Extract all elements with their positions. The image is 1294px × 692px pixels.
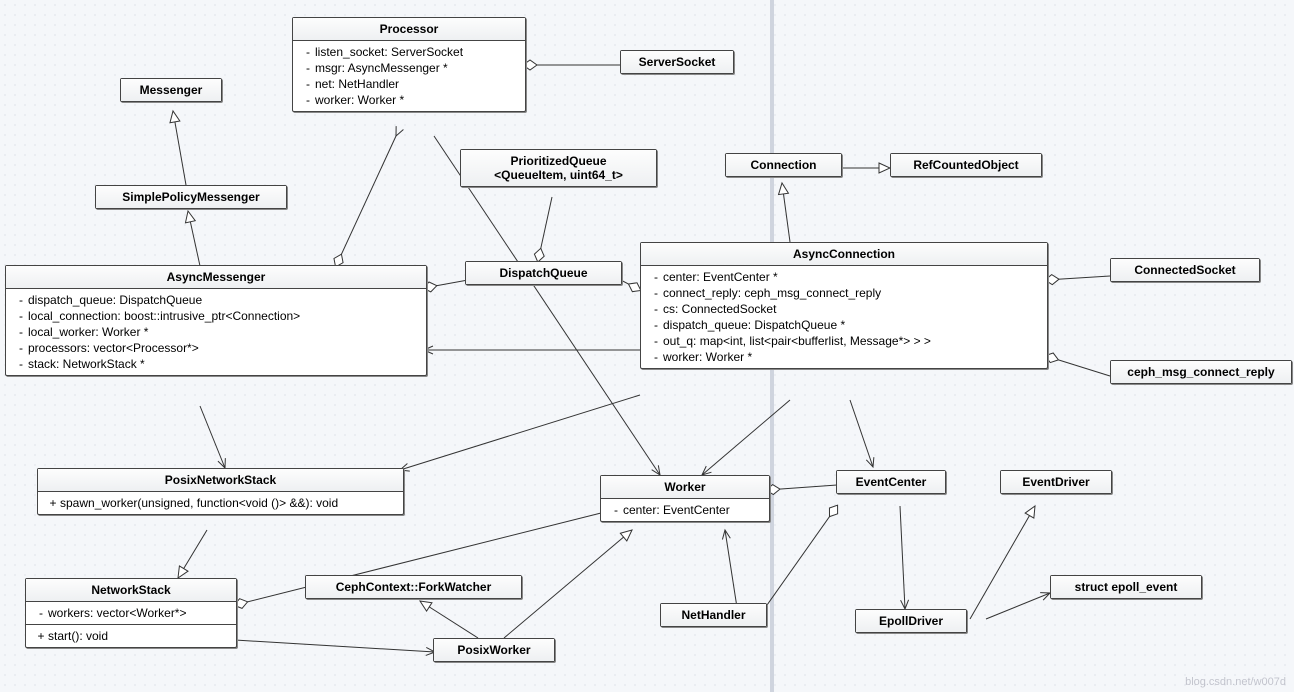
class-name: Messenger	[121, 79, 221, 101]
class-name: PosixWorker	[434, 639, 554, 661]
class-asyncconnection: AsyncConnection -center: EventCenter * -…	[640, 242, 1048, 369]
class-epollevent: struct epoll_event	[1050, 575, 1202, 599]
attrs: -center: EventCenter * -connect_reply: c…	[641, 266, 1047, 368]
attrs: -dispatch_queue: DispatchQueue -local_co…	[6, 289, 426, 375]
diagram-canvas: Messenger SimplePolicyMessenger Processo…	[0, 0, 1294, 692]
class-name: DispatchQueue	[466, 262, 621, 284]
class-name: ConnectedSocket	[1111, 259, 1259, 281]
class-simplepolicymessenger: SimplePolicyMessenger	[95, 185, 287, 209]
ops: +spawn_worker(unsigned, function<void ()…	[38, 492, 403, 514]
class-name: AsyncMessenger	[6, 266, 426, 289]
class-worker: Worker -center: EventCenter	[600, 475, 770, 522]
class-connection: Connection	[725, 153, 842, 177]
class-name: SimplePolicyMessenger	[96, 186, 286, 208]
attrs: -workers: vector<Worker*>	[26, 602, 236, 624]
class-eventdriver: EventDriver	[1000, 470, 1112, 494]
class-nethandler: NetHandler	[660, 603, 767, 627]
class-name: NetworkStack	[26, 579, 236, 602]
class-name: Processor	[293, 18, 525, 41]
class-forkwatcher: CephContext::ForkWatcher	[305, 575, 522, 599]
class-eventcenter: EventCenter	[836, 470, 946, 494]
attrs: -center: EventCenter	[601, 499, 769, 521]
class-name: ServerSocket	[621, 51, 733, 73]
class-messenger: Messenger	[120, 78, 222, 102]
class-name: EventDriver	[1001, 471, 1111, 493]
class-refcountedobject: RefCountedObject	[890, 153, 1042, 177]
class-name: ceph_msg_connect_reply	[1111, 361, 1291, 383]
class-processor: Processor -listen_socket: ServerSocket -…	[292, 17, 526, 112]
class-connectedsocket: ConnectedSocket	[1110, 258, 1260, 282]
attrs: -listen_socket: ServerSocket -msgr: Asyn…	[293, 41, 525, 111]
class-networkstack: NetworkStack -workers: vector<Worker*> +…	[25, 578, 237, 648]
class-name: PrioritizedQueue <QueueItem, uint64_t>	[461, 150, 656, 186]
class-asyncmessenger: AsyncMessenger -dispatch_queue: Dispatch…	[5, 265, 427, 376]
class-dispatchqueue: DispatchQueue	[465, 261, 622, 285]
class-name: struct epoll_event	[1051, 576, 1201, 598]
watermark: blog.csdn.net/w007d	[1185, 676, 1286, 688]
class-name: EventCenter	[837, 471, 945, 493]
class-epolldriver: EpollDriver	[855, 609, 967, 633]
class-name: Connection	[726, 154, 841, 176]
class-name: CephContext::ForkWatcher	[306, 576, 521, 598]
class-posixworker: PosixWorker	[433, 638, 555, 662]
class-prioritizedqueue: PrioritizedQueue <QueueItem, uint64_t>	[460, 149, 657, 187]
class-name: Worker	[601, 476, 769, 499]
ops: +start(): void	[26, 624, 236, 647]
class-name: RefCountedObject	[891, 154, 1041, 176]
class-posixnetworkstack: PosixNetworkStack +spawn_worker(unsigned…	[37, 468, 404, 515]
class-name: NetHandler	[661, 604, 766, 626]
class-name: PosixNetworkStack	[38, 469, 403, 492]
class-cephreply: ceph_msg_connect_reply	[1110, 360, 1292, 384]
class-serversocket: ServerSocket	[620, 50, 734, 74]
class-name: AsyncConnection	[641, 243, 1047, 266]
class-name: EpollDriver	[856, 610, 966, 632]
